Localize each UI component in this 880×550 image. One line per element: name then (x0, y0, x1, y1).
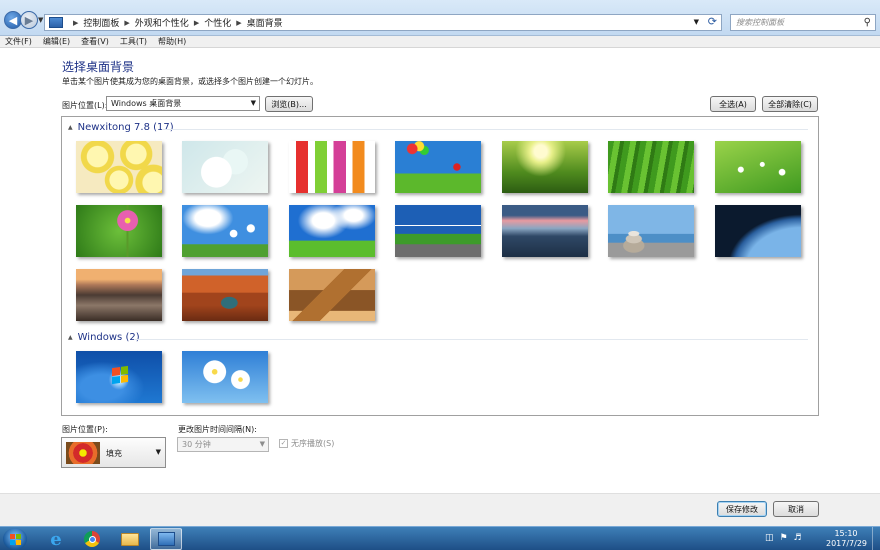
wallpaper-leaf-dewdrops[interactable] (715, 141, 801, 193)
picture-position-select[interactable]: 填充 ▼ (61, 437, 166, 468)
chevron-right-icon[interactable]: ▶ (73, 19, 78, 27)
title-bar: ◀ ▶ ▼ ▶ 控制面板 ▶ 外观和个性化 ▶ 个性化 ▶ 桌面背景 ▼ ⟳ 搜索控制… (0, 0, 880, 36)
picture-location-value: Windows 桌面背景 (111, 99, 182, 108)
flag-icon[interactable]: ⚑ (780, 533, 788, 543)
group-header-windows[interactable]: ▲ Windows (2) (68, 332, 140, 343)
wallpaper-gallery: ▲ Newxitong 7.8 (17) ▲ Windows (2) (61, 116, 819, 416)
network-icon[interactable]: ◫ (765, 533, 774, 543)
chevron-down-icon: ▼ (155, 448, 161, 456)
menu-file[interactable]: 文件(F) (5, 36, 32, 47)
browse-button[interactable]: 浏览(B)... (265, 96, 313, 112)
taskbar-chrome[interactable] (76, 528, 108, 550)
taskbar: e ◫ ⚑ ♬ 15:10 2017/7/29 (0, 526, 880, 550)
search-placeholder: 搜索控制面板 (736, 18, 784, 27)
address-dropdown-icon[interactable]: ▼ (694, 18, 699, 26)
arrow-right-icon: ▶ (24, 13, 34, 27)
forward-button[interactable]: ▶ (20, 11, 38, 29)
menu-view[interactable]: 查看(V) (81, 36, 109, 47)
system-tray: ◫ ⚑ ♬ (765, 533, 802, 543)
recent-pages-dropdown[interactable]: ▼ (38, 16, 43, 24)
group-title: Windows (2) (77, 332, 140, 343)
breadcrumb-control-panel[interactable]: 控制面板 (83, 16, 119, 29)
picture-position-value: 填充 (106, 449, 122, 458)
page-title: 选择桌面背景 (62, 60, 135, 74)
wallpaper-volcano-valley[interactable] (76, 269, 162, 321)
internet-explorer-icon: e (50, 528, 62, 550)
menu-help[interactable]: 帮助(H) (158, 36, 186, 47)
search-input[interactable]: 搜索控制面板 ⚲ (730, 14, 876, 31)
wallpaper-popsicles[interactable] (289, 141, 375, 193)
arrow-left-icon: ◀ (8, 13, 18, 27)
group-divider (162, 129, 808, 130)
folder-icon (121, 532, 139, 546)
wallpaper-desert-pyramids[interactable] (289, 269, 375, 321)
show-desktop-button[interactable] (872, 527, 880, 550)
menu-edit[interactable]: 编辑(E) (43, 36, 70, 47)
control-panel-icon (157, 532, 175, 546)
control-panel-icon (49, 17, 63, 28)
wallpaper-stacked-stones[interactable] (608, 205, 694, 257)
clock-date: 2017/7/29 (826, 539, 868, 548)
menu-bar: 文件(F) 编辑(E) 查看(V) 工具(T) 帮助(H) (0, 36, 880, 48)
interval-select[interactable]: 30 分钟 ▼ (177, 437, 269, 452)
clock-time: 15:10 (834, 529, 858, 538)
refresh-icon[interactable]: ⟳ (708, 15, 717, 28)
wallpaper-pink-cosmos[interactable] (76, 205, 162, 257)
wallpaper-green-field-sky[interactable] (289, 205, 375, 257)
page-description: 单击某个图片使其成为您的桌面背景，或选择多个图片创建一个幻灯片。 (62, 77, 318, 86)
wallpaper-earth-from-space[interactable] (715, 205, 801, 257)
wallpaper-windows7-logo[interactable] (76, 351, 162, 403)
wallpaper-daisies-sky[interactable] (182, 205, 268, 257)
group-title: Newxitong 7.8 (17) (77, 122, 174, 133)
chevron-down-icon: ▼ (259, 440, 265, 448)
breadcrumb-personalization[interactable]: 个性化 (204, 16, 231, 29)
wallpaper-ice-drink-mint[interactable] (182, 141, 268, 193)
windows-logo-icon (9, 533, 21, 545)
wallpaper-white-daisies[interactable] (182, 351, 268, 403)
shuffle-checkbox[interactable]: ✓ 无序播放(S) (279, 438, 334, 449)
breadcrumb-desktop-background[interactable]: 桌面背景 (247, 16, 283, 29)
taskbar-control-panel[interactable] (150, 528, 182, 550)
search-icon[interactable]: ⚲ (864, 15, 871, 30)
checkmark-icon: ✓ (279, 439, 288, 448)
interval-value: 30 分钟 (182, 440, 211, 449)
wallpaper-sunlit-meadow[interactable] (502, 141, 588, 193)
clear-all-button[interactable]: 全部清除(C) (762, 96, 818, 112)
breadcrumb-appearance[interactable]: 外观和个性化 (135, 16, 189, 29)
menu-tools[interactable]: 工具(T) (120, 36, 147, 47)
chevron-right-icon[interactable]: ▶ (194, 19, 199, 27)
taskbar-internet-explorer[interactable]: e (40, 528, 72, 550)
wallpaper-canyon-river[interactable] (182, 269, 268, 321)
windows-logo-icon (112, 365, 128, 385)
taskbar-file-explorer[interactable] (114, 528, 146, 550)
collapse-triangle-icon[interactable]: ▲ (68, 334, 73, 341)
interval-label: 更改图片时间间隔(N): (178, 425, 257, 434)
wallpaper-wind-turbine-road[interactable] (395, 205, 481, 257)
picture-position-label: 图片位置(P): (62, 425, 108, 434)
wallpaper-sunset-sea[interactable] (502, 205, 588, 257)
shuffle-label: 无序播放(S) (291, 439, 335, 448)
picture-location-select[interactable]: Windows 桌面背景 ▼ (106, 96, 260, 111)
chevron-down-icon: ▼ (250, 99, 256, 107)
wallpaper-green-leaves[interactable] (608, 141, 694, 193)
select-all-button[interactable]: 全选(A) (710, 96, 756, 112)
start-button[interactable] (3, 528, 27, 550)
taskbar-clock[interactable]: 15:10 2017/7/29 (826, 529, 868, 549)
picture-location-label: 图片位置(L): (62, 101, 108, 110)
chevron-right-icon[interactable]: ▶ (124, 19, 129, 27)
fill-preview-image (66, 442, 100, 464)
volume-icon[interactable]: ♬ (794, 533, 802, 543)
cancel-button[interactable]: 取消 (773, 501, 819, 517)
chrome-icon (84, 531, 100, 547)
wallpaper-balloons-jump[interactable] (395, 141, 481, 193)
collapse-triangle-icon[interactable]: ▲ (68, 124, 73, 131)
chevron-right-icon[interactable]: ▶ (236, 19, 241, 27)
wallpaper-lemon-slices[interactable] (76, 141, 162, 193)
save-changes-button[interactable]: 保存修改 (717, 501, 767, 517)
group-header-newxitong[interactable]: ▲ Newxitong 7.8 (17) (68, 122, 174, 133)
group-divider (134, 339, 808, 340)
address-bar[interactable]: ▶ 控制面板 ▶ 外观和个性化 ▶ 个性化 ▶ 桌面背景 ▼ ⟳ (44, 14, 722, 31)
